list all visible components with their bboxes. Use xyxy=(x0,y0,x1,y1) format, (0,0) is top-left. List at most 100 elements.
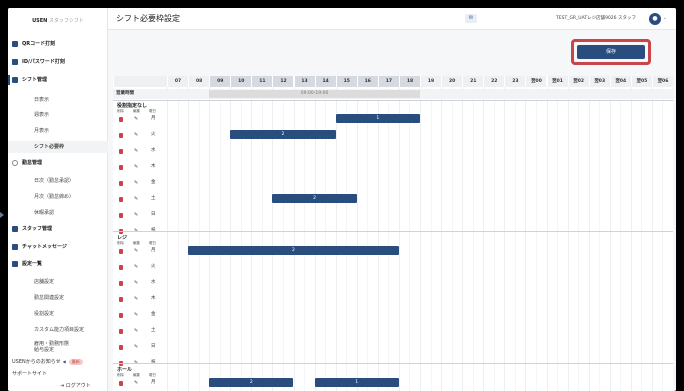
trash-icon[interactable] xyxy=(119,213,123,218)
notice-link[interactable]: USENからのお知らせ ◀ 最新 xyxy=(8,356,108,368)
group-divider xyxy=(113,363,673,364)
column-header: 編集 xyxy=(133,373,140,377)
staff-icon xyxy=(12,226,18,232)
trash-icon[interactable] xyxy=(119,149,123,154)
pencil-icon[interactable]: ✎ xyxy=(134,164,138,170)
sidebar-item[interactable]: 役割設定 xyxy=(8,308,108,320)
sidebar-item[interactable]: 雇用・勤務形態 給与設定 xyxy=(8,340,108,354)
trash-icon[interactable] xyxy=(119,117,123,122)
sidebar-item-label: QRコード打刻 xyxy=(22,41,56,47)
hour-header: 09 xyxy=(209,76,231,87)
user-icon xyxy=(12,59,18,65)
divider xyxy=(113,100,673,101)
pencil-icon[interactable]: ✎ xyxy=(134,380,138,386)
trash-icon[interactable] xyxy=(119,265,123,270)
shift-requirement-grid: 07 08 09 10 11 12 13 14 15 16 17 18 19 20 21 22 23 翌00 翌01… xyxy=(113,76,673,391)
pencil-icon[interactable]: ✎ xyxy=(134,148,138,154)
hour-header: 15 xyxy=(335,76,357,87)
half-hour-gridline xyxy=(535,87,537,391)
app-logo[interactable]: USEN スタッフシフト xyxy=(18,13,98,29)
role-group-title: ホール xyxy=(117,367,133,373)
pencil-icon[interactable]: ✎ xyxy=(134,196,138,202)
trash-icon[interactable] xyxy=(119,297,123,302)
shift-requirement-bar[interactable]: 2 xyxy=(209,378,294,387)
sidebar-item[interactable]: ID/パスワード打刻 xyxy=(8,56,108,68)
shift-requirement-bar[interactable]: 1 xyxy=(335,114,420,123)
sidebar-item-label: スタッフ管理 xyxy=(22,226,53,232)
hour-header: 13 xyxy=(293,76,315,87)
logout-link[interactable]: ⇥ ログアウト xyxy=(8,380,108,391)
sidebar-item[interactable]: 日次（勤怠承認） xyxy=(8,175,108,187)
sidebar-item-label: 勤怠関連設定 xyxy=(34,295,65,301)
sidebar-item[interactable]: スタッフ管理 xyxy=(8,223,108,235)
shift-requirement-bar[interactable]: 2 xyxy=(230,130,336,139)
hour-header: 翌03 xyxy=(588,76,610,87)
collapse-arrow-icon[interactable] xyxy=(0,212,4,218)
support-link[interactable]: サポートサイト xyxy=(8,368,108,380)
qr-icon xyxy=(12,41,18,47)
weekday-label: 日 xyxy=(151,212,156,217)
gear-icon xyxy=(12,261,18,267)
sidebar-item[interactable]: 休暇承認 xyxy=(8,207,108,219)
save-button[interactable]: 保存 xyxy=(577,45,645,59)
sidebar-item[interactable]: 店舗設定 xyxy=(8,276,108,288)
hour-header: 20 xyxy=(441,76,463,87)
pencil-icon[interactable]: ✎ xyxy=(134,248,138,254)
hour-header: 22 xyxy=(483,76,505,87)
new-badge: 最新 xyxy=(68,358,83,365)
pencil-icon[interactable]: ✎ xyxy=(134,212,138,218)
sidebar-item[interactable]: シフト必要枠 xyxy=(8,141,108,153)
sidebar-item[interactable]: カスタム能力項目設定 xyxy=(8,324,108,336)
half-hour-gridline xyxy=(409,87,411,391)
sidebar-item[interactable]: シフト管理 xyxy=(8,74,108,86)
avatar-icon[interactable]: ● xyxy=(649,13,661,25)
sidebar-item[interactable]: 週表示 xyxy=(8,109,108,121)
trash-icon[interactable] xyxy=(119,181,123,186)
half-hour-gridline xyxy=(557,87,559,391)
trash-icon[interactable] xyxy=(119,133,123,138)
sidebar-item[interactable]: チャットメッセージ xyxy=(8,241,108,253)
shift-requirement-bar[interactable]: 2 xyxy=(272,194,357,203)
sidebar-item[interactable]: 月次（勤怠締め） xyxy=(8,191,108,203)
sidebar-item[interactable]: 日表示 xyxy=(8,94,108,106)
pencil-icon[interactable]: ✎ xyxy=(134,312,138,318)
trash-icon[interactable] xyxy=(119,381,123,386)
pencil-icon[interactable]: ✎ xyxy=(134,280,138,286)
sidebar-item[interactable]: 勤怠管理 xyxy=(8,157,108,169)
trash-icon[interactable] xyxy=(119,313,123,318)
half-hour-gridline xyxy=(662,87,664,391)
sidebar-item-label: シフト必要枠 xyxy=(34,144,65,150)
trash-icon[interactable] xyxy=(119,197,123,202)
trash-icon[interactable] xyxy=(119,329,123,334)
shift-requirement-bar[interactable]: 1 xyxy=(314,378,399,387)
half-hour-gridline xyxy=(430,87,432,391)
half-hour-gridline xyxy=(451,87,453,391)
pencil-icon[interactable]: ✎ xyxy=(134,116,138,122)
trash-icon[interactable] xyxy=(119,249,123,254)
chevron-down-icon[interactable]: ⌄ xyxy=(663,15,667,21)
sidebar-item[interactable]: 月表示 xyxy=(8,125,108,137)
hour-gridline xyxy=(420,87,421,391)
hour-header: 11 xyxy=(251,76,273,87)
pencil-icon[interactable]: ✎ xyxy=(134,296,138,302)
half-hour-gridline xyxy=(198,87,200,391)
weekday-label: 火 xyxy=(151,132,156,137)
pencil-icon[interactable]: ✎ xyxy=(134,180,138,186)
hour-gridline xyxy=(567,87,569,391)
trash-icon[interactable] xyxy=(119,165,123,170)
trash-icon[interactable] xyxy=(119,345,123,350)
sidebar-item-label: 月次（勤怠締め） xyxy=(34,194,75,200)
sidebar-item-label: カスタム能力項目設定 xyxy=(34,327,85,333)
sidebar-item[interactable]: 勤怠関連設定 xyxy=(8,292,108,304)
hour-gridline xyxy=(546,87,548,391)
sidebar-item[interactable]: 設定一覧 xyxy=(8,258,108,270)
pencil-icon[interactable]: ✎ xyxy=(134,328,138,334)
shift-requirement-bar[interactable]: 2 xyxy=(188,246,399,255)
sidebar-item[interactable]: QRコード打刻 xyxy=(8,38,108,50)
pencil-icon[interactable]: ✎ xyxy=(134,132,138,138)
sidebar-item-label: シフト管理 xyxy=(22,77,48,83)
pencil-icon[interactable]: ✎ xyxy=(134,344,138,350)
pencil-icon[interactable]: ✎ xyxy=(134,264,138,270)
chat-icon[interactable]: ✉ xyxy=(465,14,477,23)
trash-icon[interactable] xyxy=(119,281,123,286)
